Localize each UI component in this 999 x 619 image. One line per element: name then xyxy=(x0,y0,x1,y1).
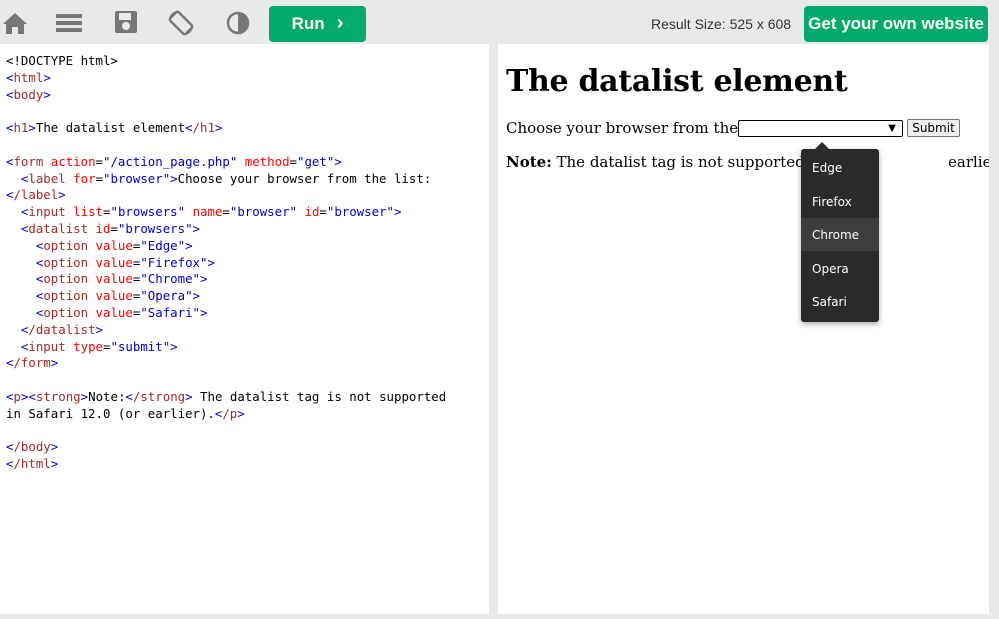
datalist-option-opera[interactable]: Opera xyxy=(801,252,879,285)
result-heading: The datalist element xyxy=(506,64,848,99)
result-panel: The datalist element Choose your browser… xyxy=(498,44,989,614)
hamburger-menu-icon[interactable] xyxy=(56,10,82,36)
rotate-orientation-icon[interactable] xyxy=(168,10,194,36)
code-editor[interactable]: <!DOCTYPE html> <html> <body> <h1>The da… xyxy=(0,44,489,614)
datalist-option-chrome[interactable]: Chrome xyxy=(801,218,879,251)
browser-label: Choose your browser from the list: xyxy=(506,119,772,137)
note-paragraph: Note: The datalist tag is not supported … xyxy=(506,153,989,171)
datalist-dropdown: Edge Firefox Chrome Opera Safari xyxy=(801,142,879,322)
save-icon[interactable] xyxy=(114,10,140,36)
dropdown-arrow-icon[interactable]: ▼ xyxy=(888,123,896,134)
note-text-right: earlier). xyxy=(948,153,989,171)
get-your-own-website-button[interactable]: Get your own website xyxy=(804,6,988,42)
scrollbar[interactable] xyxy=(989,44,999,619)
submit-button[interactable]: Submit xyxy=(907,119,960,137)
code-text[interactable]: <!DOCTYPE html> <html> <body> <h1>The da… xyxy=(0,44,489,473)
browser-input[interactable]: ▼ xyxy=(738,120,903,137)
toolbar: Run › Result Size: 525 x 608 Get your ow… xyxy=(0,0,999,44)
home-icon[interactable] xyxy=(2,10,28,36)
chevron-right-icon: › xyxy=(336,12,344,34)
datalist-option-safari[interactable]: Safari xyxy=(801,285,879,318)
note-strong: Note: xyxy=(506,153,552,171)
run-button[interactable]: Run › xyxy=(269,6,366,42)
datalist-option-firefox[interactable]: Firefox xyxy=(801,185,879,218)
run-button-label: Run xyxy=(291,14,325,33)
datalist-option-edge[interactable]: Edge xyxy=(801,151,879,184)
contrast-theme-icon[interactable] xyxy=(225,10,251,36)
result-size-text: Result Size: 525 x 608 xyxy=(651,16,792,32)
